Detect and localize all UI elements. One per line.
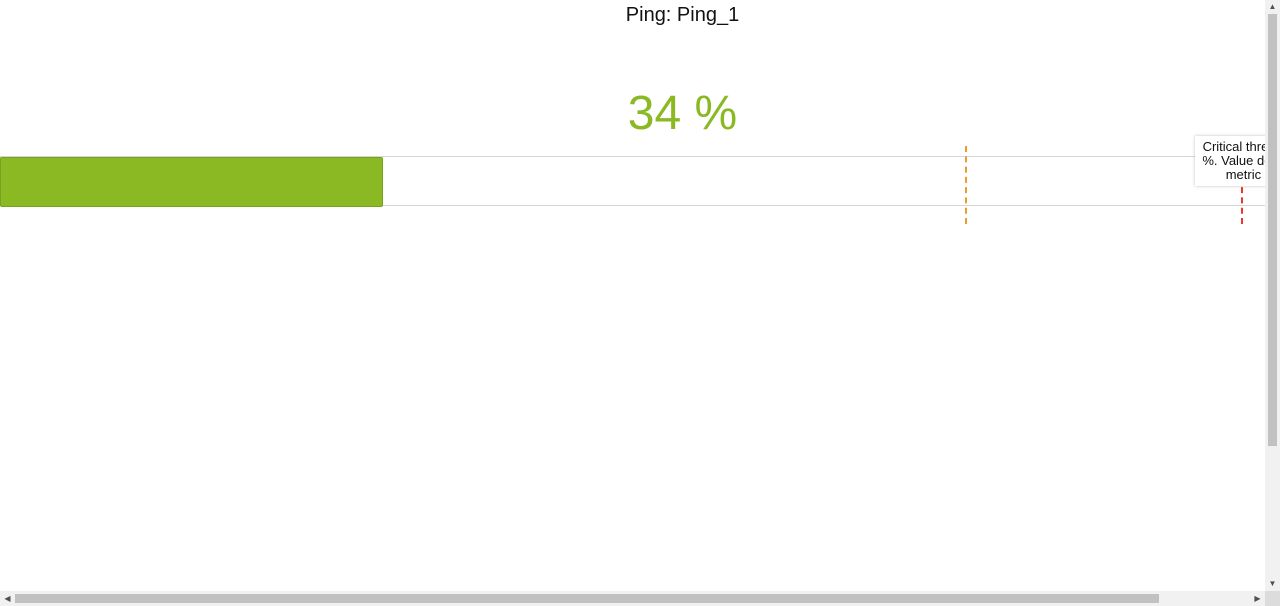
vertical-scrollbar[interactable]: ▲ ▼ [1265, 0, 1280, 591]
scroll-down-icon[interactable]: ▼ [1265, 577, 1280, 591]
scroll-up-icon[interactable]: ▲ [1265, 0, 1280, 14]
warning-threshold-marker[interactable] [965, 146, 967, 224]
vertical-scroll-thumb[interactable] [1268, 14, 1277, 446]
progress-fill [0, 157, 383, 207]
horizontal-scrollbar[interactable]: ◀ ▶ [0, 591, 1265, 606]
scroll-right-icon[interactable]: ▶ [1250, 591, 1265, 606]
horizontal-scroll-thumb[interactable] [15, 594, 1159, 603]
widget-viewport: Ping: Ping_1 34 % Critical threshold %. … [0, 0, 1265, 591]
scrollbar-corner [1265, 591, 1280, 606]
scroll-left-icon[interactable]: ◀ [0, 591, 15, 606]
threshold-tooltip: Critical threshold %. Value defined metr… [1195, 136, 1265, 186]
gauge-value: 34 % [627, 87, 738, 140]
widget-title: Ping: Ping_1 [625, 4, 740, 26]
